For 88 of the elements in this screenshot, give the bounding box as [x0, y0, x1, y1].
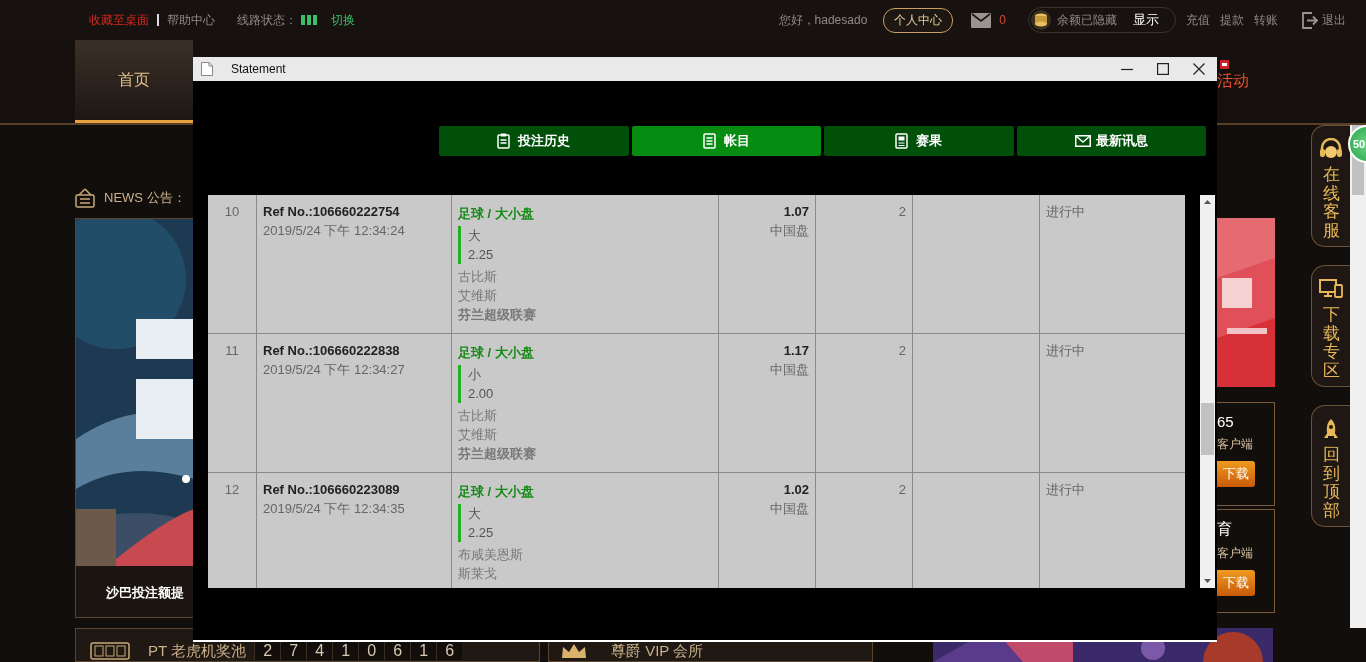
team-name: 古比斯: [458, 268, 498, 286]
document-icon: [201, 62, 213, 76]
headset-icon: [1319, 138, 1343, 159]
odds-value: 1.02: [782, 481, 809, 499]
ledger-icon: [702, 133, 719, 149]
devices-icon: [1319, 278, 1343, 299]
stake-cell: 2: [816, 195, 913, 333]
new-badge-icon: [1220, 60, 1229, 69]
side-button[interactable]: 回到顶部: [1311, 405, 1350, 527]
notice-board-icon: [75, 188, 95, 208]
account-action-link[interactable]: 提款: [1220, 11, 1244, 29]
close-icon: [1193, 63, 1205, 75]
league-name: 芬兰超级联赛: [458, 445, 537, 463]
stake-cell: 2: [816, 334, 913, 472]
row-number: 11: [208, 334, 257, 472]
scroll-down-icon: [1204, 579, 1211, 583]
row-number: 10: [208, 195, 257, 333]
balance-hidden-text: 余额已隐藏: [1057, 11, 1117, 29]
reference-number: Ref No.:106660222754: [263, 203, 401, 221]
selection-text: 大: [468, 227, 482, 245]
top-link[interactable]: 帮助中心: [167, 11, 215, 29]
odds-value: 1.07: [782, 203, 809, 221]
switch-link[interactable]: 切换: [331, 11, 355, 29]
promo-title: 育: [1217, 520, 1233, 539]
nav-tab[interactable]: 活动: [1217, 71, 1249, 92]
account-action-link[interactable]: 转账: [1254, 11, 1278, 29]
team-name: 古比斯: [458, 407, 498, 425]
message-count: 0: [999, 13, 1006, 27]
statement-tab[interactable]: 投注历史: [439, 126, 629, 156]
mail-icon: [1074, 133, 1091, 149]
odds-type: 中国盘: [769, 361, 809, 379]
market-title: 足球 / 大小盘: [458, 205, 535, 223]
member-center-button[interactable]: 个人中心: [883, 7, 954, 33]
odds-value: 1.17: [782, 342, 809, 360]
line-status-label: 线路状态：: [237, 11, 297, 29]
top-link[interactable]: 收藏至桌面: [89, 11, 149, 29]
bet-status: 进行中: [1045, 342, 1086, 360]
bet-status: 进行中: [1045, 481, 1086, 499]
jackpot-label: PT 老虎机奖池: [148, 642, 247, 660]
crown-icon: [561, 644, 587, 658]
nav-tab[interactable]: 首页: [75, 40, 193, 123]
row-number: 12: [208, 473, 257, 588]
bet-time: 2019/5/24 下午 12:34:24: [263, 222, 406, 240]
news-label: NEWS 公告：: [104, 189, 186, 207]
bet-status: 进行中: [1045, 203, 1086, 221]
handicap-line: 2.25: [468, 524, 495, 542]
promo-caption: 沙巴投注额提: [105, 584, 185, 602]
statement-tab[interactable]: 帐目: [631, 126, 821, 156]
handicap-line: 2.25: [468, 246, 495, 264]
team-name: 斯莱戈: [458, 565, 498, 583]
bet-time: 2019/5/24 下午 12:34:27: [263, 361, 406, 379]
maximize-icon: [1157, 63, 1169, 75]
promo-title: 65: [1217, 413, 1235, 430]
mail-icon: [971, 12, 992, 28]
selection-text: 小: [468, 366, 482, 384]
separator-bar: [157, 14, 159, 26]
dialog-title: Statement: [231, 62, 286, 76]
scrollbar-thumb[interactable]: [1201, 403, 1214, 455]
team-name: 艾维斯: [458, 426, 498, 444]
signal-icon: [301, 15, 317, 25]
logout-link[interactable]: 退出: [1322, 11, 1346, 29]
team-name: 艾维斯: [458, 287, 498, 305]
reference-number: Ref No.:106660223089: [263, 481, 401, 499]
selection-text: 大: [468, 505, 482, 523]
scroll-up-icon: [1204, 200, 1211, 204]
account-action-link[interactable]: 充值: [1186, 11, 1210, 29]
promo-subtitle: 客户端: [1217, 436, 1254, 453]
promo-subtitle: 客户端: [1217, 545, 1254, 562]
greeting-text: 您好，hadesado: [778, 11, 868, 29]
odds-type: 中国盘: [769, 500, 809, 518]
show-balance-button[interactable]: 显示: [1127, 11, 1165, 29]
stake-cell: 2: [816, 473, 913, 588]
reference-number: Ref No.:106660222838: [263, 342, 401, 360]
odds-type: 中国盘: [769, 222, 809, 240]
statement-tab[interactable]: 最新讯息: [1016, 126, 1206, 156]
vip-label: 尊爵 VIP 会所: [611, 642, 704, 660]
team-name: 布咸美恩斯: [458, 546, 524, 564]
market-title: 足球 / 大小盘: [458, 344, 535, 362]
market-title: 足球 / 大小盘: [458, 483, 535, 501]
side-button[interactable]: 在线客服: [1311, 125, 1350, 247]
side-button[interactable]: 下载专区: [1311, 265, 1350, 387]
bet-time: 2019/5/24 下午 12:34:35: [263, 500, 406, 518]
coins-icon: [1031, 10, 1051, 30]
handicap-line: 2.00: [468, 385, 495, 403]
slot-machine-icon: [90, 642, 130, 660]
statement-tab[interactable]: 赛果: [824, 126, 1014, 156]
logout-icon: [1302, 11, 1318, 29]
league-name: 芬兰超级联赛: [458, 306, 537, 324]
